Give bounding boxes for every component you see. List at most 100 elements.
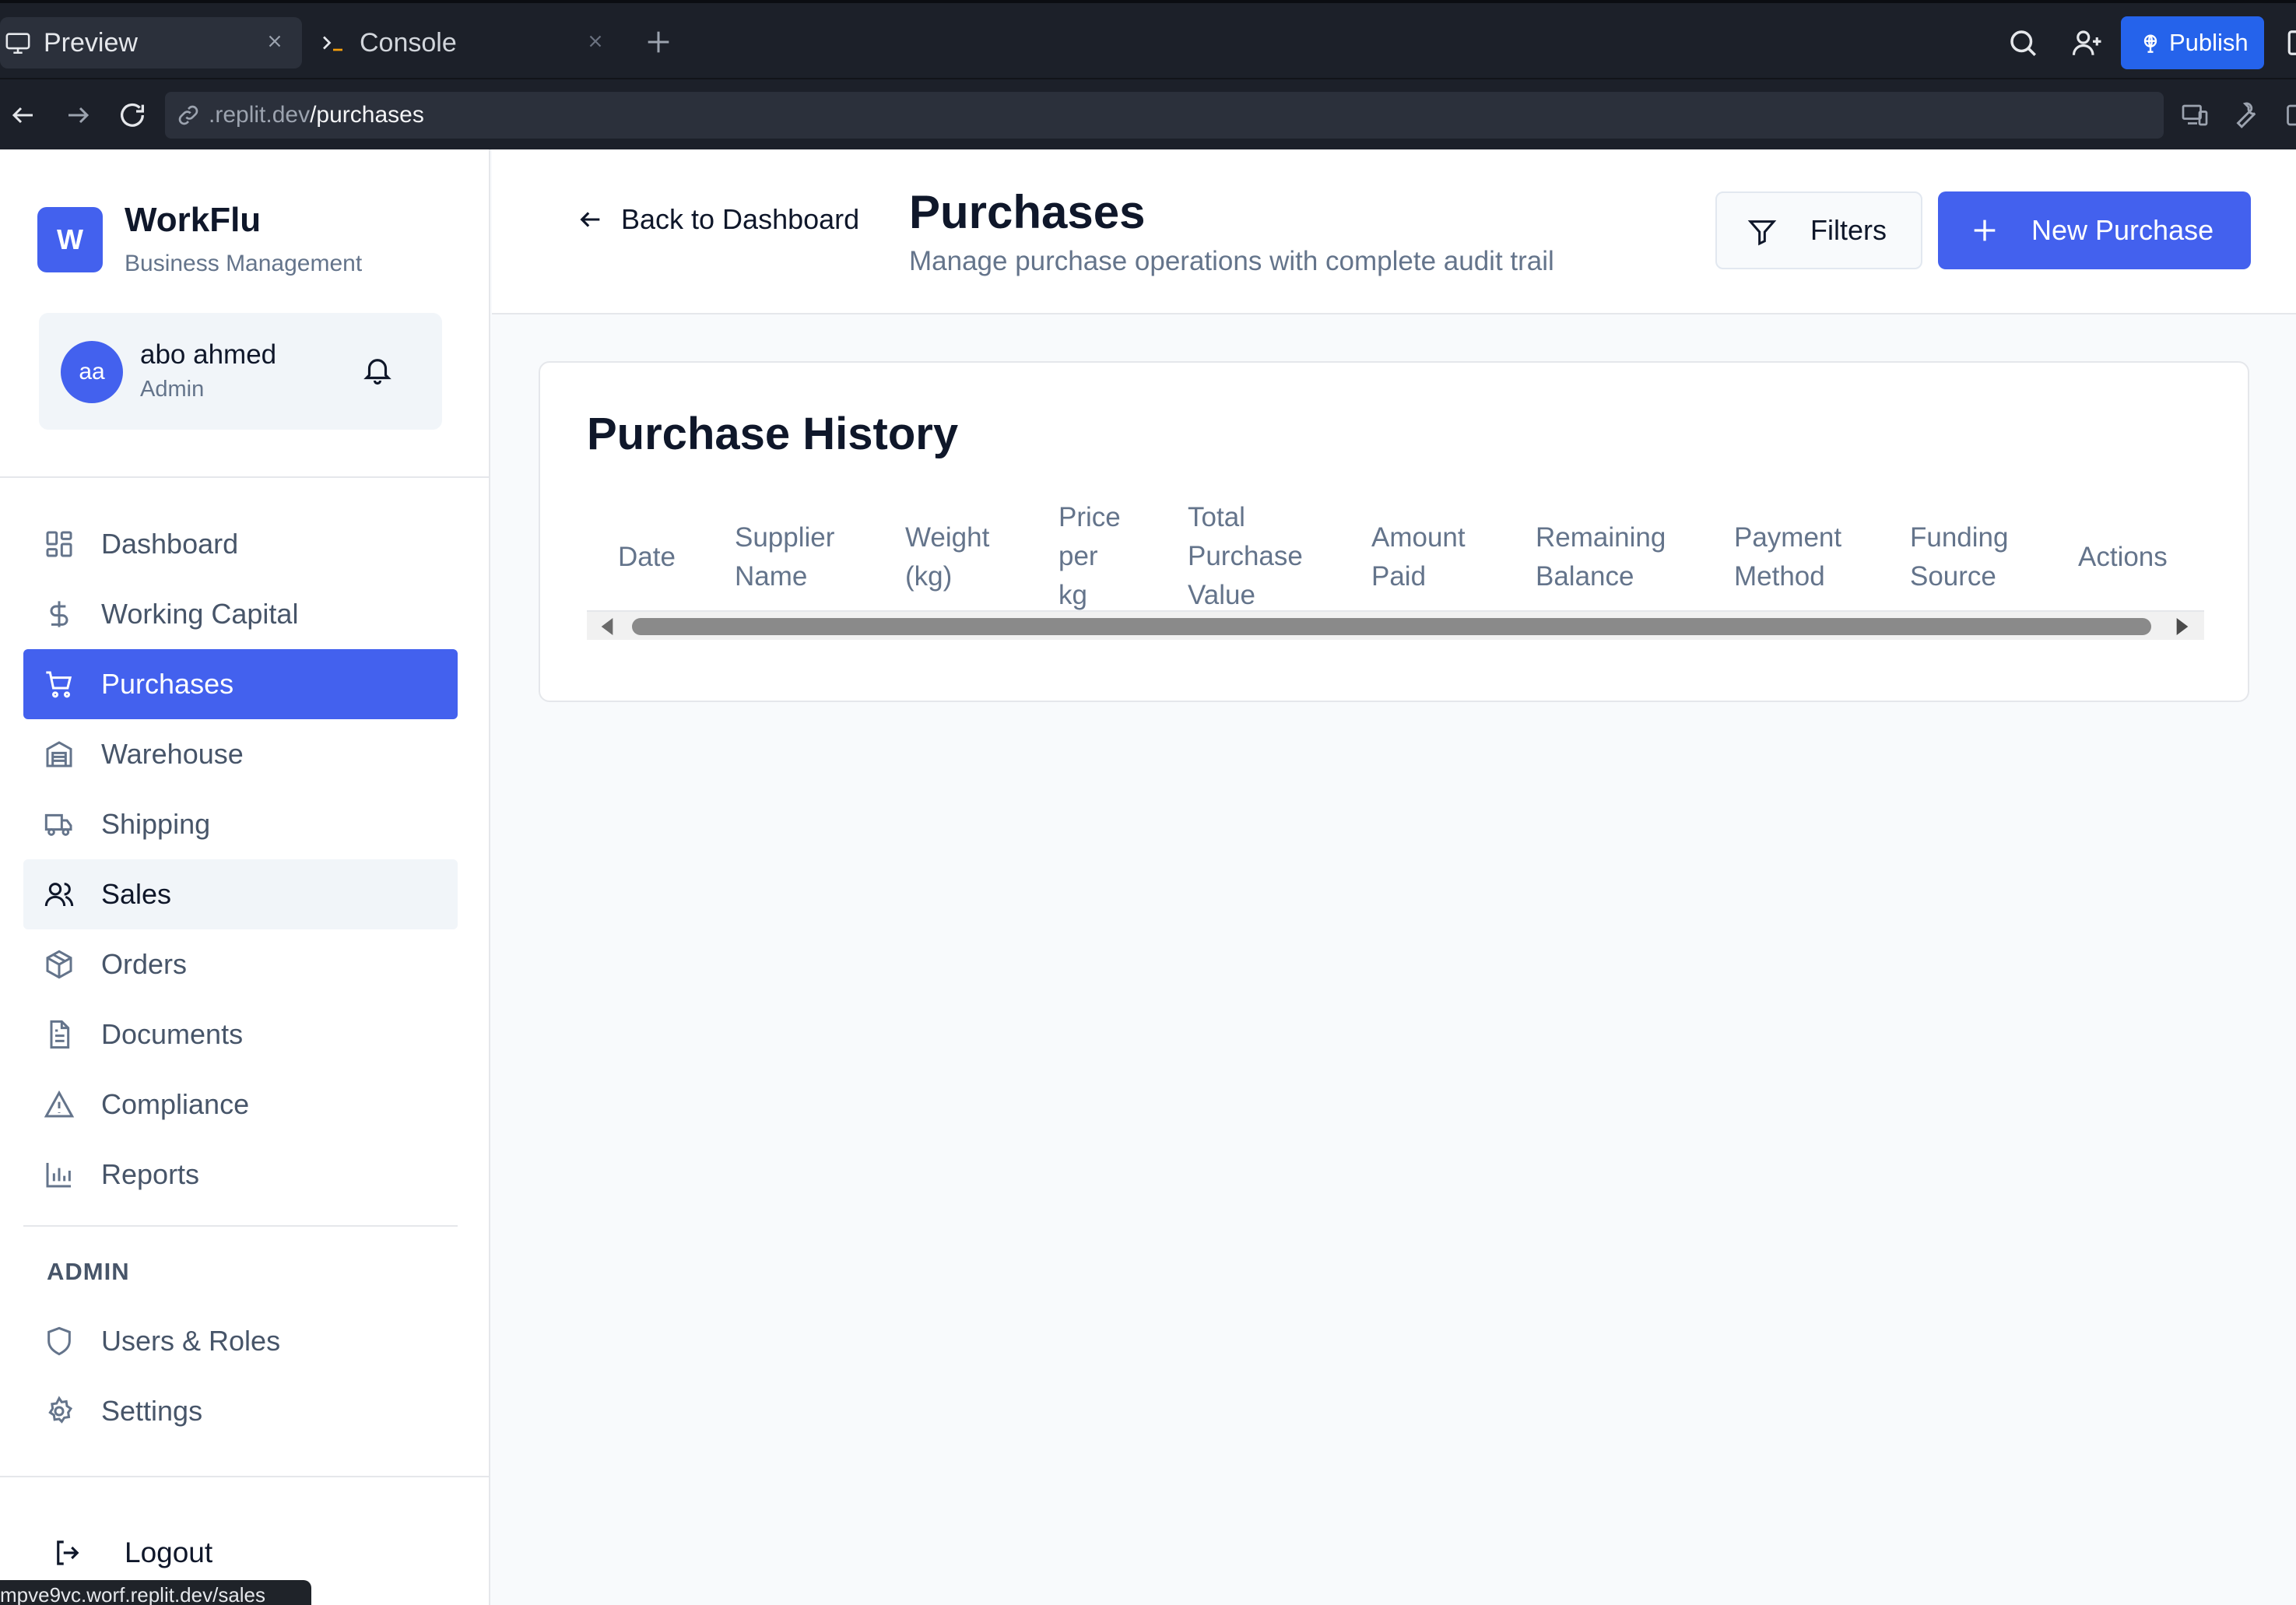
sidebar-item-compliance[interactable]: Compliance — [23, 1069, 458, 1140]
divider — [0, 476, 490, 478]
column-header-remaining-balance[interactable]: Remaining Balance — [1536, 518, 1666, 596]
horizontal-scrollbar[interactable] — [587, 612, 2204, 640]
page-header: Back to Dashboard Purchases Manage purch… — [492, 149, 2296, 314]
user-role: Admin — [140, 377, 205, 402]
filter-icon — [1747, 216, 1778, 248]
user-card: aa abo ahmed Admin — [39, 313, 442, 430]
column-header-actions[interactable]: Actions — [2078, 538, 2168, 577]
close-icon[interactable] — [265, 31, 285, 51]
cart-icon — [44, 669, 75, 700]
sidebar-item-shipping[interactable]: Shipping — [23, 789, 458, 859]
column-header-payment-method[interactable]: Payment Method — [1734, 518, 1841, 596]
new-purchase-button[interactable]: New Purchase — [1938, 191, 2251, 269]
tab-console[interactable]: Console — [319, 17, 623, 68]
scroll-right-icon[interactable] — [2175, 618, 2190, 635]
browser-tab-bar: Preview Console Publish — [0, 0, 2296, 78]
status-link-preview: mpve9vc.worf.replit.dev/sales — [0, 1580, 311, 1605]
new-purchase-label: New Purchase — [2031, 214, 2214, 246]
tab-preview[interactable]: Preview — [0, 17, 302, 68]
page-title: Purchases — [909, 186, 1146, 238]
shield-icon — [44, 1326, 75, 1357]
monitor-icon — [5, 30, 31, 56]
arrow-left-icon[interactable] — [9, 101, 37, 129]
warning-icon — [44, 1089, 75, 1120]
arrow-left-icon — [578, 206, 604, 233]
back-label: Back to Dashboard — [621, 203, 860, 235]
sidebar-item-orders[interactable]: Orders — [23, 929, 458, 999]
column-header-date[interactable]: Date — [618, 538, 676, 577]
url-field[interactable]: .replit.dev/purchases — [165, 92, 2164, 139]
divider — [0, 1476, 490, 1477]
column-header-total-purchase-value[interactable]: Total Purchase Value — [1188, 498, 1303, 615]
sidebar: W WorkFlu Business Management aa abo ahm… — [0, 149, 490, 1605]
sidebar-item-label: Users & Roles — [101, 1325, 281, 1357]
column-header-price-per-kg[interactable]: Price per kg — [1058, 498, 1121, 615]
logout-label: Logout — [125, 1537, 213, 1568]
search-icon[interactable] — [2006, 26, 2039, 59]
avatar[interactable]: aa — [61, 341, 123, 403]
publish-button[interactable]: Publish — [2121, 16, 2264, 69]
user-plus-icon[interactable] — [2070, 26, 2105, 59]
sidebar-item-warehouse[interactable]: Warehouse — [23, 719, 458, 789]
sidebar-item-label: Reports — [101, 1158, 200, 1190]
external-window-icon[interactable] — [2284, 101, 2296, 129]
logout-icon — [51, 1537, 84, 1569]
plus-icon — [1969, 215, 2000, 246]
brand-subtitle: Business Management — [125, 251, 363, 276]
column-header-supplier-name[interactable]: Supplier Name — [735, 518, 834, 596]
sidebar-item-label: Compliance — [101, 1088, 250, 1120]
sidebar-item-reports[interactable]: Reports — [23, 1140, 458, 1210]
wrench-icon[interactable] — [2231, 100, 2260, 129]
file-icon — [44, 1019, 75, 1050]
filters-button[interactable]: Filters — [1715, 191, 1922, 269]
gear-icon — [44, 1396, 75, 1427]
users-icon — [44, 879, 75, 910]
scroll-left-icon[interactable] — [599, 618, 615, 635]
bell-icon[interactable] — [361, 353, 394, 386]
reload-icon[interactable] — [117, 100, 148, 131]
app-logo: W — [37, 207, 103, 272]
divider — [23, 1225, 458, 1227]
browser-url-bar: .replit.dev/purchases — [0, 78, 2296, 149]
sidebar-item-label: Shipping — [101, 808, 211, 840]
sidebar-item-label: Dashboard — [101, 528, 239, 560]
filters-label: Filters — [1810, 214, 1887, 246]
sidebar-item-purchases[interactable]: Purchases — [23, 649, 458, 719]
sidebar-item-label: Warehouse — [101, 738, 244, 770]
table-header: Date Supplier Name Weight (kg) Price per… — [587, 502, 2204, 612]
card-title: Purchase History — [587, 409, 959, 459]
sidebar-item-working-capital[interactable]: Working Capital — [23, 579, 458, 649]
back-to-dashboard-link[interactable]: Back to Dashboard — [560, 196, 859, 243]
sidebar-item-dashboard[interactable]: Dashboard — [23, 509, 458, 579]
sidebar-item-users-roles[interactable]: Users & Roles — [23, 1306, 458, 1376]
sidebar-item-sales[interactable]: Sales — [23, 859, 458, 929]
brand-name: WorkFlu — [125, 201, 262, 239]
close-icon[interactable] — [585, 31, 606, 51]
grid-icon — [44, 529, 75, 560]
column-header-amount-paid[interactable]: Amount Paid — [1371, 518, 1466, 596]
package-icon — [44, 949, 75, 980]
globe-pin-icon — [2140, 32, 2161, 54]
sidebar-item-label: Purchases — [101, 668, 234, 700]
logout-button[interactable]: Logout — [51, 1526, 441, 1580]
purchase-history-card: Purchase History Date Supplier Name Weig… — [539, 361, 2249, 702]
scrollbar-thumb[interactable] — [632, 618, 2151, 635]
publish-label: Publish — [2169, 29, 2249, 56]
sidebar-item-documents[interactable]: Documents — [23, 999, 458, 1069]
terminal-icon — [319, 29, 347, 57]
admin-heading: ADMIN — [47, 1258, 130, 1285]
devices-icon[interactable] — [2179, 101, 2210, 129]
plus-icon[interactable] — [643, 26, 674, 58]
column-header-funding-source[interactable]: Funding Source — [1910, 518, 2008, 596]
column-header-weight[interactable]: Weight (kg) — [905, 518, 989, 596]
arrow-right-icon[interactable] — [64, 101, 92, 129]
panel-icon[interactable] — [2285, 28, 2296, 58]
sidebar-item-label: Settings — [101, 1395, 203, 1427]
truck-icon — [44, 809, 75, 840]
url-host: .replit.dev — [209, 102, 311, 128]
sidebar-item-settings[interactable]: Settings — [23, 1376, 458, 1446]
warehouse-icon — [44, 739, 75, 770]
sidebar-item-label: Orders — [101, 948, 188, 980]
sidebar-item-label: Sales — [101, 878, 172, 910]
url-path: /purchases — [310, 102, 424, 128]
